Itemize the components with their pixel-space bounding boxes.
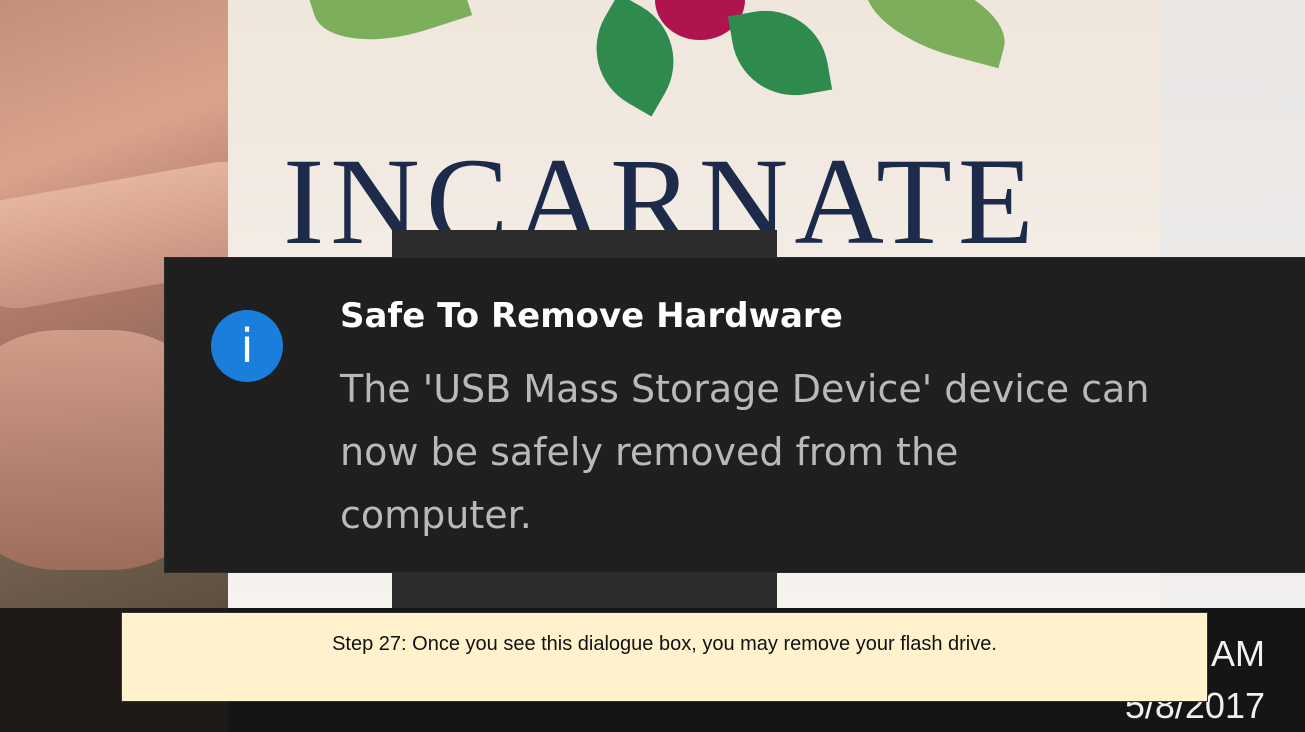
caption-text: Step 27: Once you see this dialogue box,… [332, 633, 997, 655]
notification-body: The 'USB Mass Storage Device' device can… [340, 367, 1150, 537]
tutorial-caption: Step 27: Once you see this dialogue box,… [121, 612, 1208, 702]
notification-title: Safe To Remove Hardware [340, 296, 843, 336]
info-icon: i [211, 310, 283, 382]
